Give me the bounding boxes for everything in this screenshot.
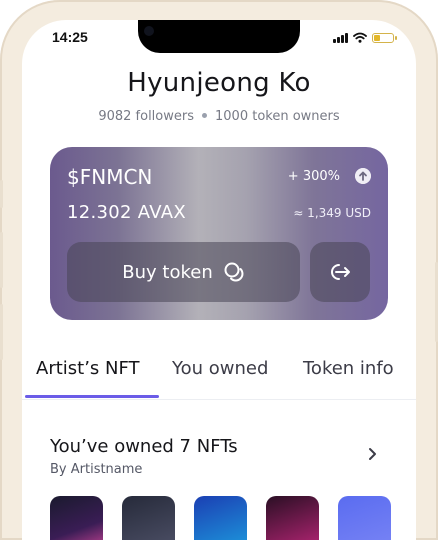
owned-section-subtitle: By Artistname [50,462,143,477]
followers-count[interactable]: 9082 followers [98,109,194,124]
token-change: + 300% [287,169,340,184]
token-symbol: $FNMCN [67,165,153,189]
separator-dot [202,113,207,118]
coins-icon [224,262,244,282]
token-card: $FNMCN + 300% 12.302 AVAX ≈ 1,349 USD Bu… [50,147,388,320]
notch [138,20,300,53]
tab-you-owned[interactable]: You owned [172,358,268,379]
phone-side-button [0,180,3,208]
artist-name: Hyunjeong Ko [127,68,311,98]
share-icon [331,264,350,280]
chevron-right-icon[interactable] [364,446,380,462]
token-usd-value: ≈ 1,349 USD [293,206,371,220]
share-button[interactable] [310,242,370,302]
nft-thumbnail[interactable] [338,496,391,540]
arrow-up-icon [355,168,371,184]
token-owners-count[interactable]: 1000 token owners [215,109,340,124]
nft-thumbnail[interactable] [122,496,175,540]
signal-icon [333,32,348,43]
tab-token-info[interactable]: Token info [303,358,394,379]
buy-token-button[interactable]: Buy token [67,242,300,302]
tab-artists-nft[interactable]: Artist’s NFT [36,358,140,379]
token-price: 12.302 AVAX [67,202,186,223]
wifi-icon [353,32,367,43]
battery-icon [372,32,397,43]
phone-side-button [0,304,3,360]
divider [22,399,416,400]
nft-thumbnail[interactable] [266,496,319,540]
active-tab-indicator [25,395,159,398]
buy-token-label: Buy token [122,261,213,283]
phone-side-button [0,232,3,288]
nft-thumbnail[interactable] [50,496,103,540]
nft-thumbnail-row [50,496,391,540]
profile-stats: 9082 followers 1000 token owners [22,109,416,124]
nft-thumbnail[interactable] [194,496,247,540]
phone-screen: 14:25 Hyunjeong Ko 9082 followers 1000 to… [22,20,416,540]
camera-icon [144,26,154,36]
tab-bar: Artist’s NFT You owned Token info [22,358,416,400]
status-time: 14:25 [52,29,88,45]
status-icons [333,32,397,43]
owned-section-title[interactable]: You’ve owned 7 NFTs [50,436,238,457]
